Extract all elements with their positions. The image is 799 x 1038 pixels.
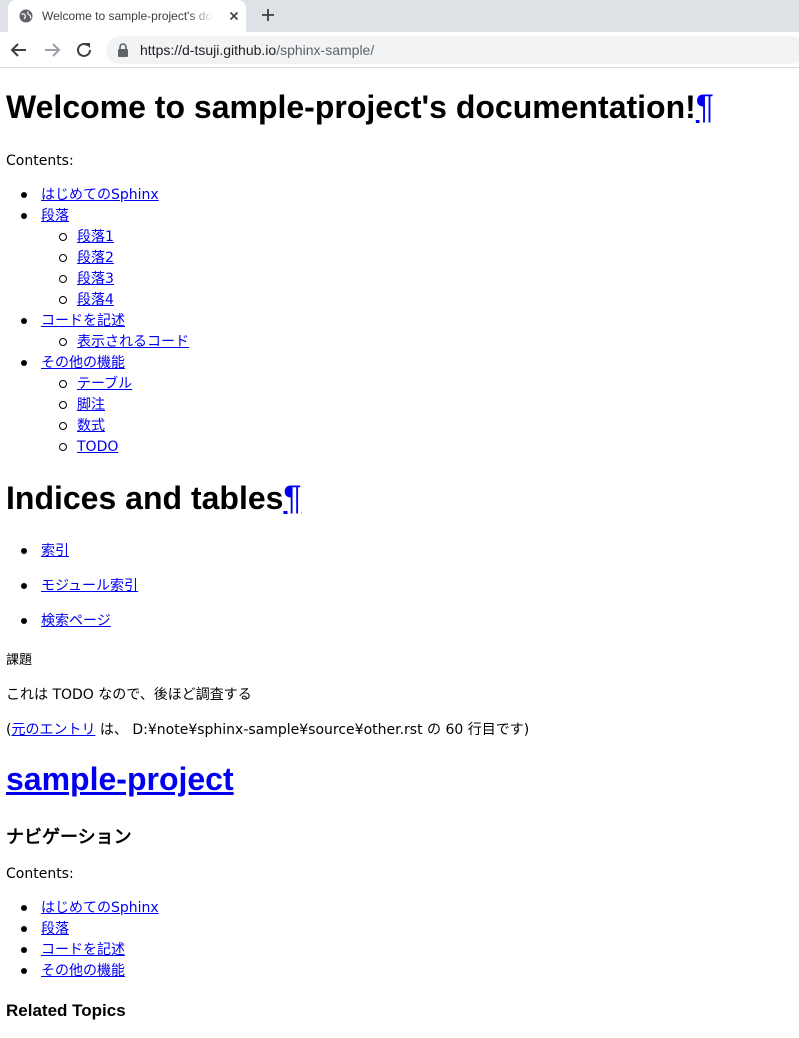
index-item: 索引 [0, 541, 138, 562]
tab-title: Welcome to sample-project's documentatio… [42, 9, 214, 23]
todo-text: これは TODO なので、後ほど調査する [6, 687, 252, 703]
url-text: https://d-tsuji.github.io/sphinx-sample/ [140, 42, 374, 58]
back-arrow-icon[interactable] [8, 39, 30, 61]
toc-sublist: 表示されるコード [41, 332, 189, 353]
indices-heading: Indices and tables¶ [6, 479, 302, 517]
sidebar-toc-link[interactable]: 段落 [41, 921, 69, 937]
toc-sublink[interactable]: 段落3 [77, 271, 114, 287]
toc-sublink[interactable]: 表示されるコード [77, 334, 189, 350]
contents-caption: Contents: [6, 153, 74, 169]
sidebar-toc-item: 段落 [0, 919, 159, 940]
toc-link[interactable]: その他の機能 [41, 355, 125, 371]
toc-sublink[interactable]: テーブル [77, 376, 132, 392]
sidebar-contents-caption: Contents: [6, 866, 74, 882]
sidebar-toc-item: はじめてのSphinx [0, 898, 159, 919]
sidebar-toc-link[interactable]: はじめてのSphinx [41, 900, 159, 916]
toc-sublink[interactable]: 段落2 [77, 250, 114, 266]
toc-subitem: TODO [41, 437, 189, 458]
toc-item: 段落 段落1 段落2 段落3 段落4 [0, 206, 189, 311]
index-item: 検索ページ [0, 611, 138, 632]
document-page: Welcome to sample-project's documentatio… [0, 68, 799, 1038]
sidebar-toc-link[interactable]: コードを記述 [41, 942, 125, 958]
toc-sublist: 段落1 段落2 段落3 段落4 [41, 227, 189, 311]
url-path: /sphinx-sample/ [276, 42, 375, 58]
main-toc: はじめてのSphinx 段落 段落1 段落2 段落3 段落4 コードを記述 表示… [0, 185, 189, 458]
project-name-link[interactable]: sample-project [6, 760, 234, 798]
module-index-link[interactable]: モジュール索引 [41, 578, 138, 594]
search-page-link[interactable]: 検索ページ [41, 613, 111, 629]
toc-sublink[interactable]: TODO [77, 439, 118, 455]
indices-list: 索引 モジュール索引 検索ページ [0, 541, 138, 646]
toc-sublink[interactable]: 段落1 [77, 229, 114, 245]
browser-tab-strip: Welcome to sample-project's documentatio… [0, 0, 799, 32]
sidebar-toc-item: その他の機能 [0, 961, 159, 982]
toc-subitem: 表示されるコード [41, 332, 189, 353]
toc-subitem: 段落3 [41, 269, 189, 290]
navigation-heading: ナビゲーション [6, 827, 132, 847]
close-icon[interactable] [226, 8, 242, 24]
index-link[interactable]: 索引 [41, 543, 69, 559]
permalink-pilcrow[interactable]: ¶ [696, 88, 714, 126]
toc-subitem: 段落1 [41, 227, 189, 248]
toc-item: その他の機能 テーブル 脚注 数式 TODO [0, 353, 189, 458]
page-title-text: Welcome to sample-project's documentatio… [6, 89, 696, 125]
toc-link[interactable]: コードを記述 [41, 313, 125, 329]
url-host: https://d-tsuji.github.io [140, 42, 277, 58]
address-bar[interactable]: https://d-tsuji.github.io/sphinx-sample/ [106, 36, 799, 64]
toc-link[interactable]: 段落 [41, 208, 69, 224]
toc-subitem: 数式 [41, 416, 189, 437]
toc-sublink[interactable]: 数式 [77, 418, 105, 434]
todo-heading: 課題 [6, 653, 33, 668]
sidebar-toc-item: コードを記述 [0, 940, 159, 961]
sidebar-toc-link[interactable]: その他の機能 [41, 963, 125, 979]
lock-icon [118, 43, 128, 57]
page-title: Welcome to sample-project's documentatio… [6, 88, 714, 126]
toc-subitem: 脚注 [41, 395, 189, 416]
browser-tab-active[interactable]: Welcome to sample-project's documentatio… [8, 0, 246, 32]
permalink-pilcrow[interactable]: ¶ [283, 479, 301, 517]
toc-subitem: 段落4 [41, 290, 189, 311]
browser-toolbar: https://d-tsuji.github.io/sphinx-sample/ [0, 32, 799, 68]
new-tab-icon[interactable] [258, 5, 278, 25]
toc-sublink[interactable]: 脚注 [77, 397, 105, 413]
toc-item: はじめてのSphinx [0, 185, 189, 206]
globe-icon [19, 9, 33, 23]
index-item: モジュール索引 [0, 576, 138, 597]
origin-location-text: は、 D:¥note¥sphinx-sample¥source¥other.rs… [95, 722, 530, 738]
forward-arrow-icon[interactable] [41, 39, 63, 61]
sidebar-toc: はじめてのSphinx 段落 コードを記述 その他の機能 [0, 898, 159, 982]
toc-link[interactable]: はじめてのSphinx [41, 187, 159, 203]
toc-subitem: 段落2 [41, 248, 189, 269]
toc-subitem: テーブル [41, 374, 189, 395]
indices-heading-text: Indices and tables [6, 480, 284, 516]
origin-entry-link[interactable]: 元のエントリ [11, 722, 95, 738]
reload-icon[interactable] [73, 39, 95, 61]
todo-origin: (元のエントリ は、 D:¥note¥sphinx-sample¥source¥… [6, 719, 529, 739]
toc-sublink[interactable]: 段落4 [77, 292, 114, 308]
related-topics-heading: Related Topics [6, 1001, 126, 1020]
toc-sublist: テーブル 脚注 数式 TODO [41, 374, 189, 458]
toc-item: コードを記述 表示されるコード [0, 311, 189, 353]
